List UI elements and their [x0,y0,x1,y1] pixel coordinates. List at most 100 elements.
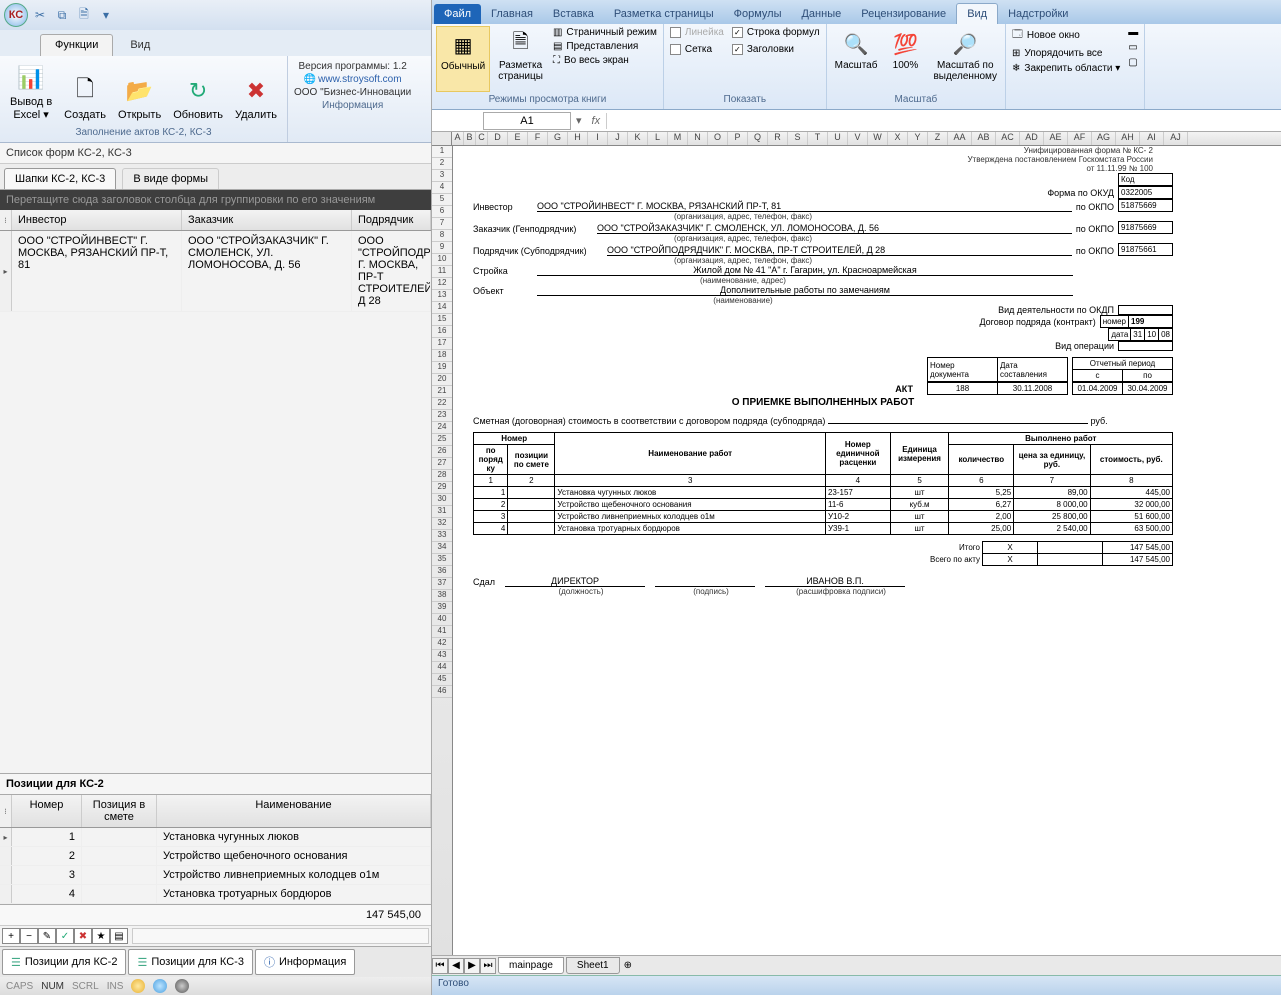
list-icon: ☰ [137,956,147,969]
horizontal-scrollbar[interactable] [132,928,429,944]
zoom-100-button[interactable]: 💯100% [885,26,925,92]
formula-bar-checkbox[interactable]: ✓Строка формул [730,26,822,39]
export-excel-button[interactable]: 📊Вывод в Excel ▾ [6,60,56,123]
positions-row[interactable]: 3 Устройство ливнеприемных колодцев o1м [0,866,431,885]
tab-insert[interactable]: Вставка [543,4,604,24]
cell-name: Устройство щебеночного основания [157,847,431,865]
act-label: АКТ [895,384,913,394]
delete-button[interactable]: ✖Удалить [231,73,281,123]
page-break-button[interactable]: ▥Страничный режим [551,26,659,39]
remove-record-button[interactable]: − [20,928,38,944]
row-headers[interactable]: 1234567891011121314151617181920212223242… [432,146,453,955]
column-headers[interactable]: ABCDEFGHIJKLMNOPQRSTUVWXYZAAABACADAEAFAG… [452,132,1281,146]
unhide-button[interactable]: ▢ [1126,56,1140,69]
bookmark-button[interactable]: ★ [92,928,110,944]
open-button[interactable]: 📂Открыть [114,73,165,123]
tab-view[interactable]: Вид [115,34,165,56]
zoom-selection-button[interactable]: 🔎Масштаб по выделенному [929,26,1001,92]
worksheet-canvas[interactable]: Унифицированная форма № КС- 2 Утверждена… [453,146,1281,955]
tab-form-view[interactable]: В виде формы [122,168,219,189]
headings-checkbox[interactable]: ✓Заголовки [730,43,822,56]
edit-record-button[interactable]: ✎ [38,928,56,944]
site-link[interactable]: www.stroysoft.com [318,74,401,85]
ruler-checkbox[interactable]: Линейка [668,26,726,39]
next-sheet-button[interactable]: ▶ [464,958,480,974]
okpo-label-2: по ОКПО [1076,224,1114,234]
col-contractor[interactable]: Подрядчик [352,210,431,230]
custom-views-button[interactable]: ▤Представления [551,40,659,53]
last-sheet-button[interactable]: ⏭ [480,958,496,974]
grid-icon: ▦ [447,29,479,61]
gridlines-checkbox[interactable]: Сетка [668,43,726,56]
orb-icon-1 [131,979,145,993]
forms-grid-row[interactable]: ▸ ООО "СТРОЙИНВЕСТ" Г. МОСКВА, РЯЗАНСКИЙ… [0,231,431,312]
excel-icon: 📊 [15,62,47,94]
delete-icon: ✖ [240,75,272,107]
tab-functions[interactable]: Функции [40,34,113,56]
page-layout-button[interactable]: 🗎Разметка страницы [494,26,547,92]
status-num: NUM [41,981,64,992]
formula-input[interactable] [606,113,1281,129]
cut-icon[interactable]: ✂ [30,5,50,25]
arrange-all-button[interactable]: ⊞Упорядочить все [1010,47,1122,60]
hide-button[interactable]: ▭ [1126,41,1140,54]
prev-sheet-button[interactable]: ◀ [448,958,464,974]
first-sheet-button[interactable]: ⏮ [432,958,448,974]
tab-positions-ks2[interactable]: ☰Позиции для КС-2 [2,949,126,975]
split-button[interactable]: ▬ [1126,26,1140,39]
select-all-corner[interactable] [432,132,452,146]
copy-icon[interactable]: ⧉ [52,5,72,25]
tab-data[interactable]: Данные [791,4,851,24]
col-number[interactable]: Номер [12,795,82,827]
col-pos-smeta[interactable]: Позиция в смете [82,795,157,827]
code-label: Код [1119,174,1173,186]
sheet-tab-sheet1[interactable]: Sheet1 [566,957,620,974]
tab-information[interactable]: ⓘИнформация [255,949,355,975]
tab-addins[interactable]: Надстройки [998,4,1078,24]
new-window-button[interactable]: 🗔Новое окно [1010,26,1122,45]
add-record-button[interactable]: + [2,928,20,944]
name-box[interactable]: А1 [483,112,571,130]
tab-view-excel[interactable]: Вид [956,3,998,24]
col-customer[interactable]: Заказчик [182,210,352,230]
tab-formulas[interactable]: Формулы [724,4,792,24]
col-name[interactable]: Наименование [157,795,431,827]
positions-row[interactable]: 2 Устройство щебеночного основания [0,847,431,866]
total-value: 147 545,00 [0,904,431,925]
status-ins: INS [107,981,124,992]
new-sheet-button[interactable]: ⊕ [624,960,632,971]
dropdown-icon[interactable]: ▾ [96,5,116,25]
tab-file[interactable]: Файл [434,4,481,24]
col-investor[interactable]: Инвестор [12,210,182,230]
hundred-icon: 💯 [889,28,921,60]
num-label: номер [1100,316,1128,328]
quick-access-toolbar: КС ✂ ⧉ 🗎 ▾ [0,0,431,30]
sheet-tab-mainpage[interactable]: mainpage [498,957,564,974]
op-kind-label: Вид операции [1055,341,1114,351]
group-by-hint[interactable]: Перетащите сюда заголовок столбца для гр… [0,190,431,210]
fx-icon[interactable]: fx [586,115,607,127]
tab-home[interactable]: Главная [481,4,543,24]
positions-row[interactable]: 4 Установка тротуарных бордюров [0,885,431,904]
app-logo-icon[interactable]: КС [4,3,28,27]
tab-review[interactable]: Рецензирование [851,4,956,24]
freeze-icon: ❄ [1012,63,1020,74]
filter-button[interactable]: ▤ [110,928,128,944]
full-screen-button[interactable]: ⛶Во весь экран [551,54,659,67]
tab-page-layout[interactable]: Разметка страницы [604,4,724,24]
cancel-edit-button[interactable]: ✖ [74,928,92,944]
accept-button[interactable]: ✓ [56,928,74,944]
name-box-dropdown-icon[interactable]: ▾ [572,114,586,127]
positions-row[interactable]: ▸ 1 Установка чугунных люков [0,828,431,847]
zoom-button[interactable]: 🔍Масштаб [831,26,882,92]
checkbox-icon: ✓ [732,44,743,55]
create-button[interactable]: 🗋Создать [60,73,110,123]
ribbon-info-panel: Версия программы: 1.2 🌐www.stroysoft.com… [288,56,417,142]
document-icon[interactable]: 🗎 [74,5,94,25]
tab-hats[interactable]: Шапки КС-2, КС-3 [4,168,116,189]
refresh-button[interactable]: ↻Обновить [169,73,227,123]
tab-positions-ks3[interactable]: ☰Позиции для КС-3 [128,949,252,975]
freeze-panes-button[interactable]: ❄Закрепить области ▾ [1010,62,1122,75]
normal-view-button[interactable]: ▦Обычный [436,26,490,92]
status-caps: CAPS [6,981,33,992]
